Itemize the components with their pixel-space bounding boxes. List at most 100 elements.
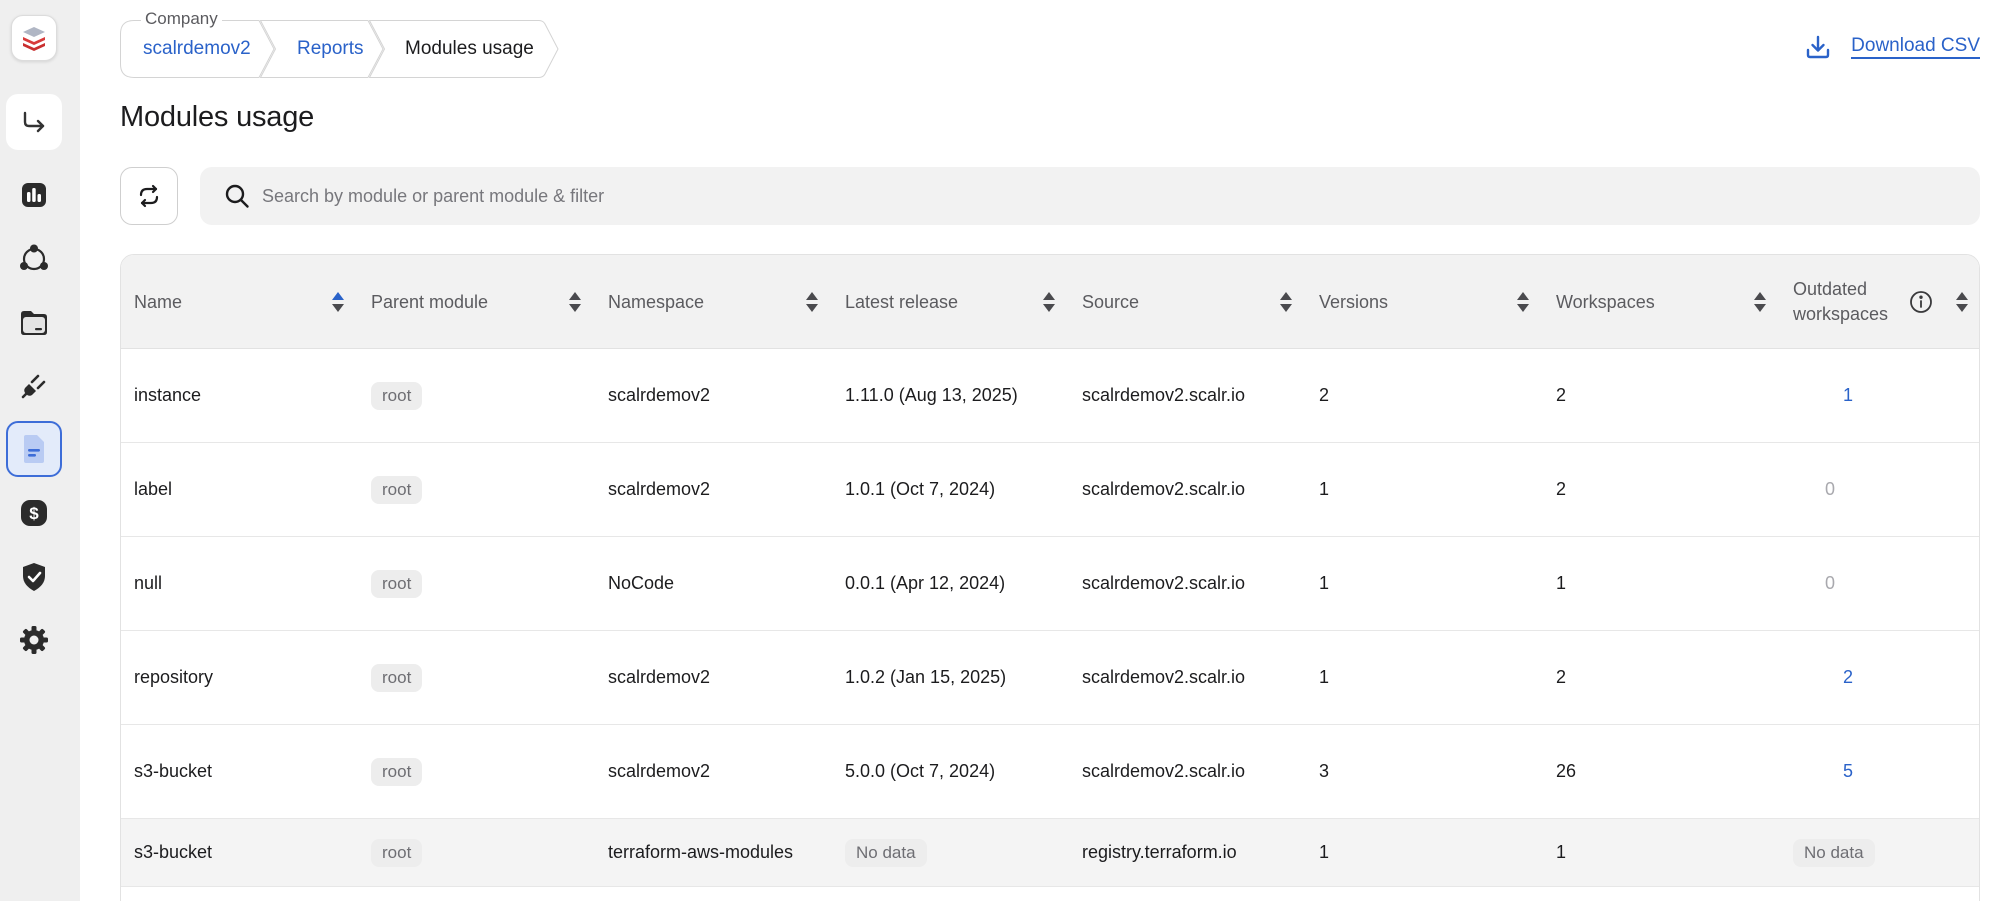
sort-icon-source[interactable]	[1279, 291, 1293, 313]
info-icon[interactable]	[1909, 290, 1933, 314]
parent-module-badge: root	[371, 663, 423, 692]
cell-workspaces: 2	[1556, 667, 1567, 687]
integrations-button[interactable]	[6, 358, 62, 414]
folder-icon	[21, 311, 47, 335]
exit-button[interactable]	[6, 94, 62, 150]
environments-button[interactable]	[6, 231, 62, 287]
sort-icon-outdated-workspaces[interactable]	[1955, 291, 1969, 313]
cell-outdated-link[interactable]: 2	[1837, 631, 1859, 724]
download-csv-button[interactable]: Download CSV	[1805, 34, 1980, 60]
sort-icon-latest-release[interactable]	[1042, 291, 1056, 313]
cell-outdated-link[interactable]: 5	[1837, 725, 1859, 818]
cell-name[interactable]: repository	[134, 631, 213, 724]
cell-latest-release: 5.0.0 (Oct 7, 2024)	[845, 761, 996, 781]
cell-name[interactable]: label	[134, 443, 172, 536]
breadcrumb: Company scalrdemov2 Reports Modules usag…	[120, 9, 559, 78]
cell-workspaces: 2	[1556, 385, 1567, 405]
policy-button[interactable]	[6, 549, 62, 605]
cell-namespace: terraform-aws-modules	[608, 842, 794, 862]
cell-workspaces: 1	[1556, 842, 1567, 862]
column-header-name[interactable]: Name	[134, 255, 182, 349]
no-data-badge: No data	[1793, 838, 1875, 867]
svg-text:$: $	[29, 504, 39, 523]
column-header-workspaces[interactable]: Workspaces	[1556, 255, 1655, 349]
cell-source: registry.terraform.io	[1082, 842, 1237, 862]
cell-source: scalrdemov2.scalr.io	[1082, 667, 1246, 687]
cell-source: scalrdemov2.scalr.io	[1082, 385, 1246, 405]
search-bar[interactable]	[200, 167, 1980, 225]
dashboard-button[interactable]	[6, 167, 62, 223]
cell-namespace: scalrdemov2	[608, 761, 711, 781]
sort-icon-namespace[interactable]	[805, 291, 819, 313]
cell-versions: 3	[1319, 761, 1330, 781]
cell-versions: 1	[1319, 573, 1330, 593]
table-row[interactable]: null root NoCode 0.0.1 (Apr 12, 2024) sc…	[121, 537, 1979, 631]
cell-versions: 1	[1319, 842, 1330, 862]
plug-icon	[21, 374, 46, 399]
breadcrumb-item-reports[interactable]: Reports	[260, 20, 384, 78]
column-header-source[interactable]: Source	[1082, 255, 1139, 349]
breadcrumb-current: Modules usage	[405, 38, 534, 59]
table-row[interactable]: label root scalrdemov2 1.0.1 (Oct 7, 202…	[121, 443, 1979, 537]
table-row[interactable]: repository root scalrdemov2 1.0.2 (Jan 1…	[121, 631, 1979, 725]
cell-name[interactable]: s3-bucket	[134, 725, 212, 818]
table-row[interactable]: s3-bucket root terraform-aws-modules No …	[121, 819, 1979, 887]
cell-name[interactable]: s3-bucket	[134, 819, 212, 886]
breadcrumb-reports-link[interactable]: Reports	[260, 38, 364, 60]
policy-icon	[23, 563, 45, 591]
cell-name[interactable]: instance	[134, 349, 201, 442]
exit-icon	[23, 111, 45, 133]
sort-icon-parent-module[interactable]	[568, 291, 582, 313]
breadcrumb-company-label: Company	[141, 9, 222, 29]
table-row[interactable]: instance root scalrdemov2 1.11.0 (Aug 13…	[121, 349, 1979, 443]
parent-module-badge: root	[371, 569, 423, 598]
breadcrumb-item-current: Modules usage	[369, 20, 559, 78]
cell-latest-release: 1.0.2 (Jan 15, 2025)	[845, 667, 1007, 687]
no-data-badge: No data	[845, 838, 927, 867]
cell-workspaces: 1	[1556, 573, 1567, 593]
cell-outdated: 0	[1824, 479, 1835, 499]
sort-icon-name[interactable]	[331, 291, 345, 313]
refresh-button[interactable]	[120, 167, 178, 225]
cell-versions: 2	[1319, 385, 1330, 405]
cell-source: scalrdemov2.scalr.io	[1082, 479, 1246, 499]
cell-namespace: scalrdemov2	[608, 479, 711, 499]
cell-workspaces: 2	[1556, 479, 1567, 499]
cell-namespace: scalrdemov2	[608, 667, 711, 687]
folder-button[interactable]	[6, 295, 62, 351]
sort-icon-workspaces[interactable]	[1753, 291, 1767, 313]
environments-icon	[20, 244, 48, 271]
refresh-icon	[139, 184, 159, 208]
settings-icon	[20, 626, 48, 654]
table-row[interactable]: s3-bucket root scalrdemov2 5.0.0 (Oct 7,…	[121, 725, 1979, 819]
parent-module-badge: root	[371, 757, 423, 786]
cell-latest-release: 1.11.0 (Aug 13, 2025)	[845, 385, 1018, 405]
cell-versions: 1	[1319, 667, 1330, 687]
column-header-latest-release[interactable]: Latest release	[845, 255, 958, 349]
sort-icon-versions[interactable]	[1516, 291, 1530, 313]
cell-versions: 1	[1319, 479, 1330, 499]
column-header-versions[interactable]: Versions	[1319, 255, 1388, 349]
download-csv-label[interactable]: Download CSV	[1851, 35, 1980, 59]
cell-name[interactable]: null	[134, 537, 162, 630]
billing-icon: $	[21, 500, 47, 526]
column-header-parent-module[interactable]: Parent module	[371, 255, 488, 349]
column-header-namespace[interactable]: Namespace	[608, 255, 704, 349]
cell-latest-release: 0.0.1 (Apr 12, 2024)	[845, 573, 1006, 593]
cell-namespace: NoCode	[608, 573, 675, 593]
search-input[interactable]	[262, 185, 1862, 207]
parent-module-badge: root	[371, 838, 423, 867]
billing-button[interactable]: $	[6, 485, 62, 541]
dashboard-icon	[22, 183, 46, 207]
logo-button[interactable]	[6, 10, 62, 66]
download-icon	[1806, 35, 1830, 59]
table-header: Name Parent module Namespace Latest rele…	[121, 255, 1979, 349]
cell-latest-release: 1.0.1 (Oct 7, 2024)	[845, 479, 996, 499]
settings-button[interactable]	[6, 612, 62, 668]
cell-namespace: scalrdemov2	[608, 385, 711, 405]
cell-outdated-link[interactable]: 1	[1837, 349, 1859, 442]
breadcrumb-company-link[interactable]: scalrdemov2	[120, 38, 251, 60]
cell-source: scalrdemov2.scalr.io	[1082, 761, 1246, 781]
reports-button[interactable]	[6, 421, 62, 477]
column-header-outdated-workspaces[interactable]: Outdated workspaces	[1793, 255, 1888, 349]
